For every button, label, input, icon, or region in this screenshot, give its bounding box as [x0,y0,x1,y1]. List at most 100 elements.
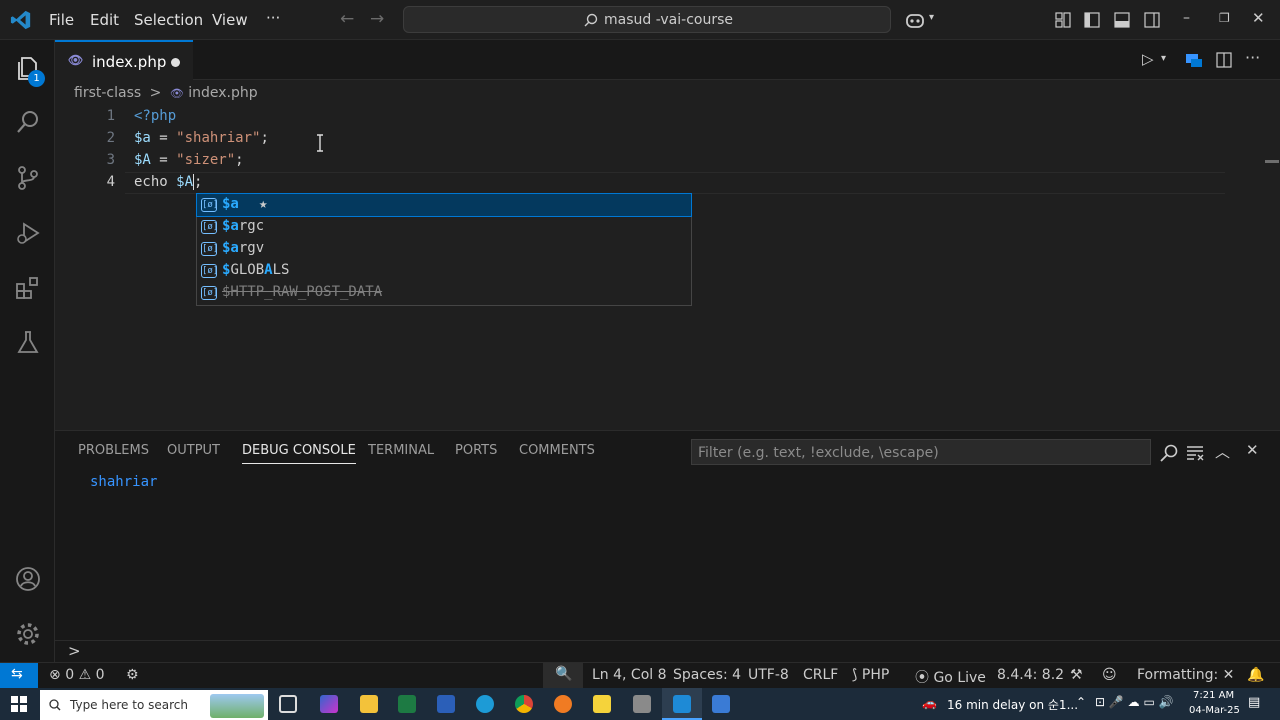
toggle-secondary-sidebar-icon[interactable] [1144,12,1160,28]
panel-tab[interactable]: DEBUG CONSOLE [242,443,356,464]
clock-time[interactable]: 7:21 AM [1193,690,1234,701]
panel-tab[interactable]: TERMINAL [368,443,434,458]
run-options-chevron-icon[interactable]: ▾ [1161,53,1166,64]
menu-file[interactable]: File [49,11,74,29]
language-mode[interactable]: ⟆ PHP [852,667,889,683]
menu-edit[interactable]: Edit [90,11,119,29]
chevron-down-icon[interactable]: ▾ [929,12,934,23]
clear-console-icon[interactable] [1186,445,1204,461]
debug-icon[interactable]: ⚙ [126,667,139,683]
task-view-icon[interactable] [279,695,297,713]
zoom-indicator[interactable]: 🔍 [543,663,583,689]
go-live-button[interactable]: ⦿ Go Live [915,667,986,687]
camera-icon[interactable] [633,695,651,713]
panel-tab[interactable]: PROBLEMS [78,443,149,458]
close-window-icon[interactable]: ✕ [1252,9,1265,27]
vscode-taskbar-button[interactable] [662,688,702,720]
copilot-taskbar-icon[interactable] [320,695,338,713]
error-icon: ⊗ [49,667,61,683]
line-number: 1 [106,108,115,124]
copilot-status-icon[interactable]: ☺ [1102,667,1117,683]
variable-icon: [ø] [201,220,219,234]
warning-count: 0 [95,667,105,683]
line-ending[interactable]: CRLF [803,667,838,683]
run-icon[interactable]: ▷ [1142,50,1154,68]
unsaved-dot-icon[interactable] [171,58,180,67]
breadcrumb-folder[interactable]: first-class [74,85,141,101]
tray-chevron-icon[interactable]: ⌃ [1076,695,1086,709]
suggestion-item[interactable]: [ø] $a ★ [196,193,692,217]
file-explorer-icon[interactable] [360,695,378,713]
console-filter-input[interactable]: Filter (e.g. text, !exclude, \escape) [691,439,1151,465]
suggestion-item[interactable]: [ø] $HTTP_RAW_POST_DATA [197,282,691,304]
run-debug-icon[interactable] [14,219,42,247]
language-label: PHP [861,667,890,683]
testing-flask-icon[interactable] [14,328,42,356]
news-notification[interactable]: 16 min delay on 순1... [947,696,1078,713]
problems-indicator[interactable]: ⊗ 0 ⚠ 0 [49,667,105,683]
word-icon[interactable] [437,695,455,713]
suggestion-item[interactable]: [ø] $argv [197,238,691,260]
sticky-notes-icon[interactable] [593,695,611,713]
copilot-icon[interactable] [905,11,927,29]
panel-tab[interactable]: OUTPUT [167,443,220,458]
firefox-icon[interactable] [554,695,572,713]
editor-scrollbar[interactable] [1265,106,1279,426]
code-token: <?php [134,108,177,124]
php-tools-icon[interactable]: ⚒ [1070,667,1083,683]
command-center-search[interactable]: masud -vai-course [403,6,891,33]
extensions-icon[interactable] [14,274,42,302]
search-highlight-image [210,694,264,718]
edge-icon[interactable] [476,695,494,713]
traffic-icon: 🚗 [922,696,937,710]
broadcast-icon: ⦿ [915,670,929,686]
menu-view[interactable]: View [212,11,248,29]
php-file-icon: 👁 [68,53,84,67]
split-editor-icon[interactable] [1216,52,1232,68]
filter-search-icon[interactable] [1160,444,1178,462]
search-icon[interactable] [14,108,42,136]
settings-gear-icon[interactable] [14,620,42,648]
breadcrumb-file[interactable]: index.php [188,85,257,101]
go-live-preview-icon[interactable] [1185,52,1203,68]
maximize-panel-icon[interactable]: ︿ [1215,441,1230,462]
suggestion-item[interactable]: [ø] $argc [197,216,691,238]
excel-icon[interactable] [398,695,416,713]
debug-console-input[interactable]: > [55,640,1280,662]
taskbar-search-box[interactable]: Type here to search [40,690,268,720]
action-center-icon[interactable]: ▤ [1248,695,1260,710]
toggle-primary-sidebar-icon[interactable] [1084,12,1100,28]
encoding[interactable]: UTF-8 [748,667,789,683]
cursor-position[interactable]: Ln 4, Col 8 [592,667,667,683]
editor-tab-bar: 👁 index.php ▷ ▾ ··· [55,40,1280,80]
chrome-icon[interactable] [515,695,533,713]
notifications-bell-icon[interactable]: 🔔 [1247,667,1264,683]
zoom-icon: 🔍 [555,666,573,682]
more-actions-icon[interactable]: ··· [1245,48,1260,67]
source-control-icon[interactable] [14,164,42,192]
accounts-icon[interactable] [14,565,42,593]
indentation[interactable]: Spaces: 4 [673,667,741,683]
customize-layout-icon[interactable] [1055,12,1071,28]
star-icon: ★ [259,196,268,212]
remote-desktop-icon[interactable] [712,695,730,713]
menu-more[interactable]: ··· [266,9,280,27]
windows-start-icon[interactable] [11,696,27,712]
remote-indicator-button[interactable]: ⇆ [0,663,38,689]
suggestion-label: $a [222,196,239,212]
toggle-panel-icon[interactable] [1114,12,1130,28]
minimize-icon[interactable]: – [1183,10,1190,26]
tab-index-php[interactable]: 👁 index.php [55,40,193,80]
suggestion-item[interactable]: [ø] $GLOBALS [197,260,691,282]
close-panel-icon[interactable]: ✕ [1246,441,1259,459]
panel-tab[interactable]: PORTS [455,443,497,458]
forward-arrow-icon[interactable]: → [370,9,384,29]
back-arrow-icon[interactable]: ← [340,9,354,29]
tray-icons[interactable]: ⊡ 🎤 ☁ ▭ 🔊 [1095,695,1174,709]
menu-selection[interactable]: Selection [134,11,203,29]
restore-icon[interactable]: ❐ [1219,11,1230,25]
php-version[interactable]: 8.4.4: 8.2 [997,667,1064,683]
panel-tab[interactable]: COMMENTS [519,443,595,458]
clock-date[interactable]: 04-Mar-25 [1189,705,1240,716]
formatting-status[interactable]: Formatting: ✕ [1137,667,1234,683]
